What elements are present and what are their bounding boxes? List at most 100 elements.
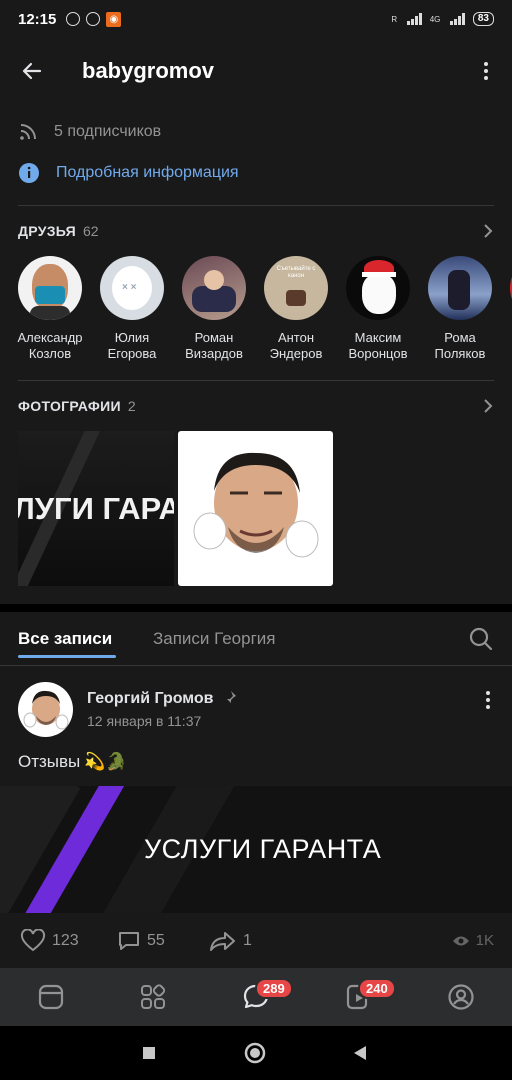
- post-image[interactable]: УСЛУГИ ГАРАНТА: [0, 786, 512, 913]
- post-author-avatar[interactable]: [18, 682, 73, 737]
- like-count: 123: [52, 931, 79, 949]
- friend-item[interactable]: Рома Поляков: [418, 256, 502, 362]
- search-icon[interactable]: [468, 626, 494, 652]
- friend-last-name: Егорова: [107, 346, 157, 361]
- comment-count: 55: [147, 931, 165, 949]
- more-dot-icon: [484, 62, 488, 66]
- friend-item[interactable]: × × Юлия Егорова: [90, 256, 174, 362]
- friend-item[interactable]: Роман Визардов: [172, 256, 256, 362]
- friend-item[interactable]: Максим Воронцов: [336, 256, 420, 362]
- signal-icon-2: [450, 13, 465, 25]
- tab-owner-posts[interactable]: Записи Георгия: [153, 629, 275, 649]
- bottom-tab-bar: 289 240: [0, 968, 512, 1026]
- friend-last-name: Воронцов: [348, 346, 408, 361]
- friend-last-name: Поляков: [434, 346, 486, 361]
- signal-icon: [407, 13, 422, 25]
- system-nav-bar: [0, 1026, 512, 1080]
- page-title: babygromov: [82, 58, 215, 83]
- profile-icon: [448, 984, 474, 1010]
- friend-item[interactable]: Съеты­вайте с канон Антон Эндеров: [254, 256, 338, 362]
- comment-icon: [119, 931, 139, 950]
- post-date: 12 января в 11:37: [87, 713, 202, 729]
- more-menu-button[interactable]: [474, 59, 498, 83]
- views-indicator: 1K: [452, 932, 494, 949]
- friend-last-name: Козлов: [28, 346, 72, 361]
- tab-news[interactable]: [36, 982, 66, 1012]
- friend-last-name: Визардов: [185, 346, 243, 361]
- photos-count: 2: [127, 398, 136, 414]
- avatar: [182, 256, 246, 320]
- pin-icon: [226, 691, 236, 704]
- post-author-name[interactable]: Георгий Громов: [87, 690, 214, 708]
- news-icon: [38, 984, 64, 1010]
- divider: [18, 380, 494, 381]
- home-icon[interactable]: [244, 1042, 266, 1064]
- info-icon: [19, 163, 39, 183]
- chevron-right-icon: [484, 399, 493, 413]
- avatar: [346, 256, 410, 320]
- tab-all-posts[interactable]: Все записи: [18, 629, 112, 649]
- back-nav-icon[interactable]: [352, 1045, 368, 1061]
- friend-first-name: Антон: [277, 330, 315, 345]
- post-body: Отзывы: [18, 752, 81, 771]
- comment-button[interactable]: 55: [117, 929, 165, 953]
- friends-title: ДРУЗЬЯ: [18, 223, 76, 239]
- share-count: 1: [243, 931, 252, 949]
- friends-header[interactable]: ДРУЗЬЯ 62: [18, 223, 494, 239]
- network-label-2: 4G: [429, 14, 441, 24]
- avatar: [428, 256, 492, 320]
- chevron-right-icon: [484, 224, 493, 238]
- post-image-caption: УСЛУГИ ГАРАНТА: [144, 834, 382, 864]
- avatar: [18, 256, 82, 320]
- recents-icon[interactable]: [142, 1046, 156, 1060]
- photo-thumbnail[interactable]: [178, 431, 333, 586]
- wall-section: Все записи Записи Георгия Георгий Громов…: [0, 612, 512, 968]
- avatar: × ×: [100, 256, 164, 320]
- tab-services[interactable]: [138, 982, 168, 1012]
- post-actions: 123 55 1 1K: [0, 913, 512, 968]
- like-button[interactable]: 123: [20, 928, 79, 953]
- services-icon: [141, 984, 166, 1009]
- followers-row[interactable]: 5 подписчиков: [18, 122, 161, 142]
- friend-item[interactable]: [500, 256, 512, 320]
- wall-tabs: Все записи Записи Георгия: [0, 612, 512, 666]
- friend-first-name: Максим: [354, 330, 402, 345]
- tab-clips[interactable]: 240: [344, 978, 396, 1012]
- status-bar: 12:15 ◉ R 4G 83: [0, 0, 512, 38]
- active-tab-indicator: [18, 655, 116, 658]
- post-header: Георгий Громов 12 января в 11:37: [18, 682, 494, 738]
- photos-strip: ЛУГИ ГАРАН: [0, 431, 512, 586]
- friend-first-name: Роман: [194, 330, 234, 345]
- friend-first-name: Юлия: [114, 330, 150, 345]
- photos-title: ФОТОГРАФИИ: [18, 398, 121, 414]
- avatar: Съеты­вайте с канон: [264, 256, 328, 320]
- share-icon: [210, 931, 235, 951]
- share-button[interactable]: 1: [209, 929, 252, 953]
- post-more-button[interactable]: [482, 688, 494, 712]
- network-label-1: R: [391, 14, 398, 24]
- friend-last-name: Эндеров: [269, 346, 323, 361]
- app-notification-icon: ◉: [106, 11, 122, 27]
- friends-count: 62: [83, 223, 99, 239]
- status-time: 12:15: [18, 10, 57, 28]
- photo-thumbnail[interactable]: ЛУГИ ГАРАН: [18, 431, 174, 586]
- photos-header[interactable]: ФОТОГРАФИИ 2: [18, 398, 494, 414]
- battery-indicator: 83: [472, 12, 494, 26]
- details-link[interactable]: Подробная информация: [18, 162, 239, 184]
- friend-item[interactable]: Александр Козлов: [8, 256, 92, 362]
- friends-list: Александр Козлов × × Юлия Егорова Роман Виз…: [0, 256, 512, 366]
- photo-caption: ЛУГИ ГАРАН: [18, 491, 174, 526]
- eye-icon: [452, 936, 469, 945]
- back-button[interactable]: [0, 38, 64, 104]
- heart-icon: [20, 928, 46, 951]
- avatar-caption: Съеты­вайте с канон: [276, 266, 316, 279]
- sticker-face-image: [193, 452, 319, 558]
- messages-badge: 289: [255, 978, 293, 999]
- post-text: Отзывы 💫🐊: [18, 752, 127, 772]
- tab-profile[interactable]: [446, 982, 476, 1012]
- tab-messages[interactable]: 289: [241, 978, 293, 1012]
- mute-icon: [66, 12, 81, 26]
- author-face-image: [23, 690, 69, 730]
- post-emoji: 💫🐊: [84, 752, 127, 771]
- followers-count: 5 подписчиков: [54, 123, 162, 140]
